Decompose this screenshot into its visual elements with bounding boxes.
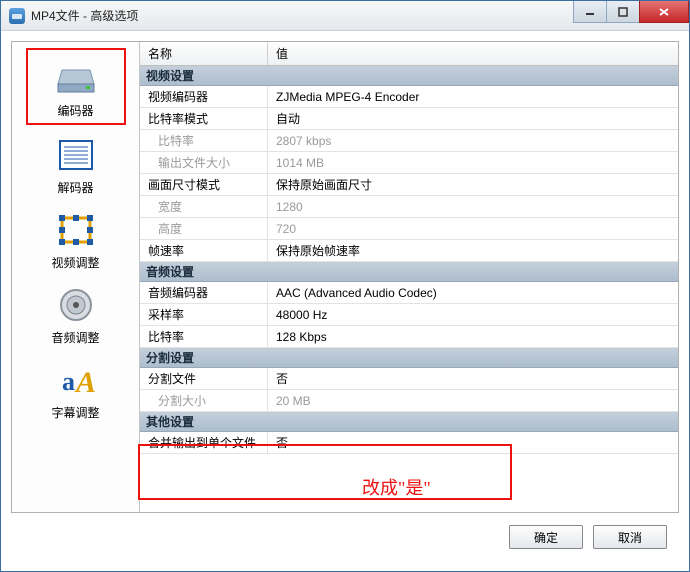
video-adjust-icon [52,210,100,250]
setting-key: 分割大小 [140,390,268,411]
sidebar-item-subtitle-adjust[interactable]: a A 字幕调整 [26,352,126,425]
svg-text:a: a [62,367,75,396]
setting-value[interactable]: 128 Kbps [268,326,678,347]
setting-row[interactable]: 采样率48000 Hz [140,304,678,326]
settings-grid: 名称 值 视频设置 视频编码器ZJMedia MPEG-4 Encoder比特率… [140,42,678,512]
setting-value[interactable]: AAC (Advanced Audio Codec) [268,282,678,303]
setting-value[interactable]: ZJMedia MPEG-4 Encoder [268,86,678,107]
cancel-button[interactable]: 取消 [593,525,667,549]
sidebar-item-decoder[interactable]: 解码器 [26,127,126,200]
setting-value[interactable]: 否 [268,368,678,389]
window-title: MP4文件 - 高级选项 [31,7,138,24]
setting-key: 视频编码器 [140,86,268,107]
setting-value: 20 MB [268,390,678,411]
app-icon [9,8,25,24]
svg-text:A: A [74,366,96,398]
annotation-text: 改成"是" [362,474,431,500]
setting-key: 比特率 [140,130,268,151]
close-button[interactable] [639,1,689,23]
setting-key: 合并输出到单个文件 [140,432,268,453]
section-video: 视频设置 [140,66,678,86]
setting-value[interactable]: 自动 [268,108,678,129]
sidebar-item-label: 解码器 [57,179,93,196]
audio-adjust-icon [52,285,100,325]
setting-row[interactable]: 画面尺寸模式保持原始画面尺寸 [140,174,678,196]
section-other: 其他设置 [140,412,678,432]
ok-button[interactable]: 确定 [509,525,583,549]
sidebar-item-video-adjust[interactable]: 视频调整 [26,202,126,275]
sidebar-item-label: 视频调整 [51,254,99,271]
setting-key: 画面尺寸模式 [140,174,268,195]
setting-value[interactable]: 保持原始帧速率 [268,240,678,261]
setting-value[interactable]: 否 [268,432,678,453]
encoder-icon [52,58,100,98]
sidebar-item-audio-adjust[interactable]: 音频调整 [26,277,126,350]
setting-value[interactable]: 48000 Hz [268,304,678,325]
setting-value: 2807 kbps [268,130,678,151]
col-value: 值 [268,42,678,65]
section-split: 分割设置 [140,348,678,368]
decoder-icon [52,135,100,175]
minimize-button[interactable] [573,1,607,23]
setting-row: 宽度1280 [140,196,678,218]
setting-row: 分割大小20 MB [140,390,678,412]
title-bar: MP4文件 - 高级选项 [1,1,689,31]
sidebar: 编码器 解码器 [12,42,140,512]
setting-key: 比特率模式 [140,108,268,129]
setting-row[interactable]: 比特率128 Kbps [140,326,678,348]
grid-header: 名称 值 [140,42,678,66]
setting-row[interactable]: 帧速率保持原始帧速率 [140,240,678,262]
setting-key: 音频编码器 [140,282,268,303]
setting-key: 宽度 [140,196,268,217]
setting-value: 1280 [268,196,678,217]
sidebar-item-label: 音频调整 [51,329,99,346]
setting-row[interactable]: 分割文件否 [140,368,678,390]
subtitle-adjust-icon: a A [52,360,100,400]
setting-key: 分割文件 [140,368,268,389]
setting-value: 720 [268,218,678,239]
setting-row: 比特率2807 kbps [140,130,678,152]
col-name: 名称 [140,42,268,65]
setting-key: 比特率 [140,326,268,347]
sidebar-item-label: 编码器 [57,102,93,119]
setting-key: 输出文件大小 [140,152,268,173]
maximize-button[interactable] [606,1,640,23]
dialog-footer: 确定 取消 [11,513,679,561]
setting-key: 采样率 [140,304,268,325]
sidebar-item-encoder[interactable]: 编码器 [26,48,126,125]
setting-key: 帧速率 [140,240,268,261]
setting-row: 高度720 [140,218,678,240]
setting-value: 1014 MB [268,152,678,173]
setting-row[interactable]: 音频编码器AAC (Advanced Audio Codec) [140,282,678,304]
section-audio: 音频设置 [140,262,678,282]
setting-row[interactable]: 合并输出到单个文件否 [140,432,678,454]
setting-key: 高度 [140,218,268,239]
setting-row: 输出文件大小1014 MB [140,152,678,174]
setting-row[interactable]: 比特率模式自动 [140,108,678,130]
setting-row[interactable]: 视频编码器ZJMedia MPEG-4 Encoder [140,86,678,108]
setting-value[interactable]: 保持原始画面尺寸 [268,174,678,195]
sidebar-item-label: 字幕调整 [51,404,99,421]
